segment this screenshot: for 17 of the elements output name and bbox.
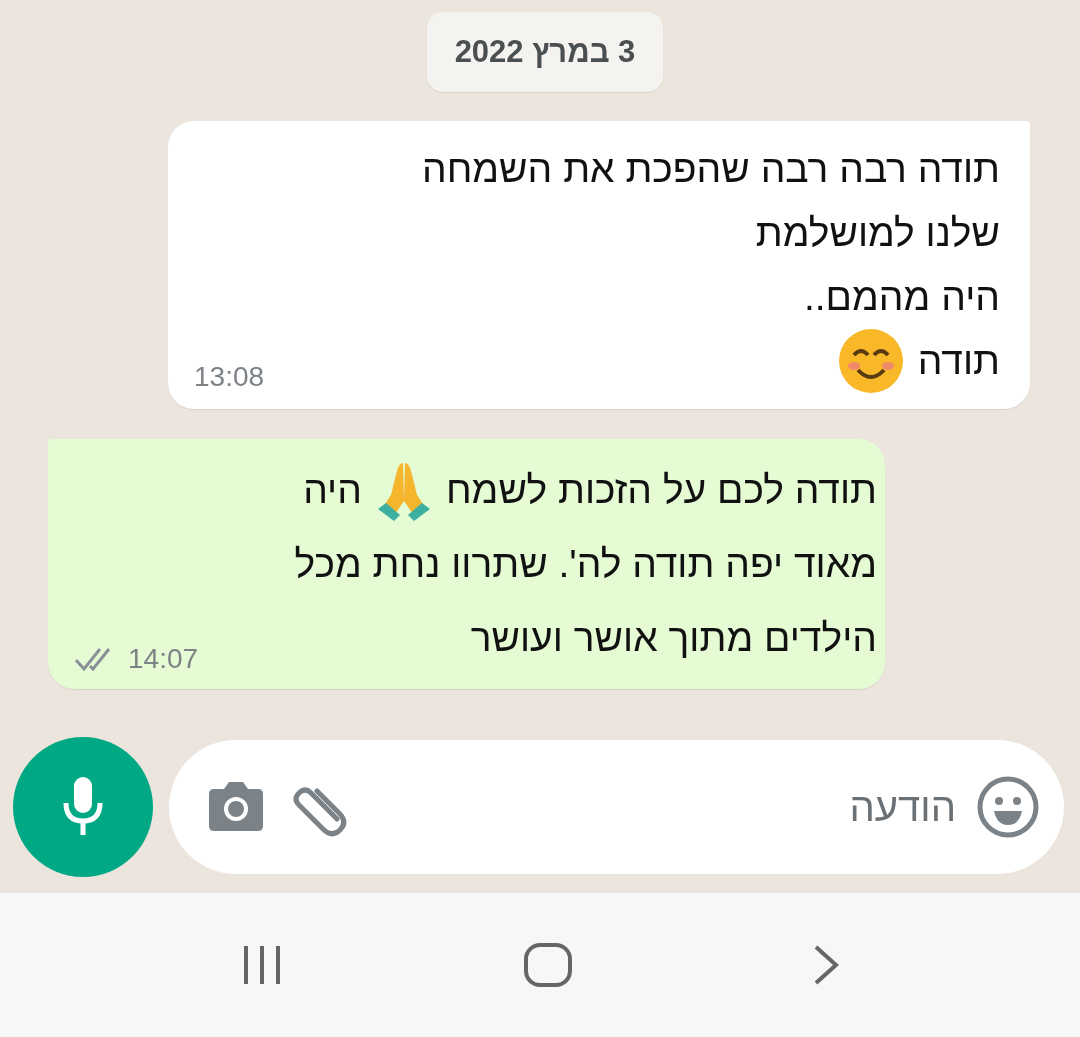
smiling-face-icon (837, 328, 904, 394)
message-time: 13:08 (194, 361, 265, 393)
emoji-button[interactable] (976, 775, 1040, 839)
message-text: מאוד יפה תודה לה'. שתרוו נחת מכל (294, 542, 877, 586)
message-text: תודה (917, 339, 1000, 383)
message-text: היה מהמם.. (803, 275, 1000, 319)
message-text: היה (303, 468, 362, 512)
message-input[interactable]: הודעה (369, 783, 958, 831)
message-text: תודה רבה רבה שהפכת את השמחה (421, 147, 1000, 191)
message-text: שלנו למושלמת (755, 211, 1000, 255)
chevron-right-icon[interactable] (812, 943, 841, 987)
message-input-field[interactable]: הודעה (169, 740, 1064, 874)
message-text: הילדים מתוך אושר ועושר (470, 616, 877, 660)
message-text: תודה לכם על הזכות לשמח (445, 468, 877, 512)
message-time: 14:07 (128, 643, 199, 675)
date-chip: 3 במרץ 2022 (426, 12, 664, 92)
home-icon[interactable] (523, 942, 573, 988)
